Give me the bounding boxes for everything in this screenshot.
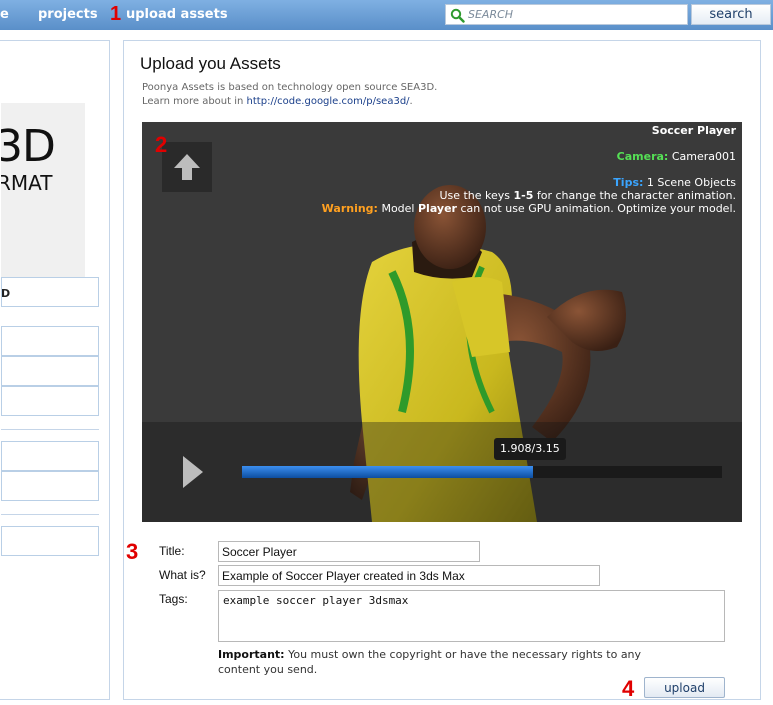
- search-box: [445, 4, 688, 25]
- model-name: Soccer Player: [651, 124, 736, 137]
- upload-model-button[interactable]: [162, 142, 212, 192]
- model-viewer[interactable]: Soccer Player Camera: Camera001 Tips: 1 …: [142, 122, 742, 522]
- left-sidebar: 3D RMAT D: [0, 40, 110, 700]
- sea3d-logo: 3D RMAT: [1, 103, 85, 300]
- animation-progress-bar[interactable]: [242, 466, 722, 478]
- logo-text-big: 3D: [1, 121, 56, 172]
- time-readout: 1.908/3.15: [494, 438, 566, 460]
- play-icon: [183, 456, 203, 488]
- camera-line: Camera: Camera001: [322, 150, 736, 163]
- playback-controls: 1.908/3.15: [142, 422, 742, 522]
- annotation-marker-2: 2: [155, 132, 168, 157]
- important-label: Important:: [218, 648, 285, 661]
- sidebar-divider: [1, 514, 99, 515]
- annotation-marker-4: 4: [622, 676, 635, 701]
- warning-label: Warning:: [321, 202, 378, 215]
- annotation-marker-1: 1: [110, 3, 122, 25]
- sidebar-item[interactable]: [1, 326, 99, 356]
- tips-value: 1 Scene Objects: [646, 176, 736, 189]
- search-input[interactable]: [468, 7, 683, 22]
- intro-text: Poonya Assets is based on technology ope…: [142, 81, 437, 109]
- warning-line: Warning: Model Player can not use GPU an…: [322, 202, 736, 215]
- intro-line-1: Poonya Assets is based on technology ope…: [142, 82, 438, 93]
- sidebar-divider: [1, 429, 99, 430]
- description-field[interactable]: [218, 565, 600, 586]
- tips-line: Tips: 1 Scene Objects: [322, 176, 736, 189]
- sidebar-item[interactable]: [1, 441, 99, 471]
- nav-link-upload-assets[interactable]: upload assets: [126, 7, 228, 22]
- sidebar-item[interactable]: [1, 356, 99, 386]
- camera-value: Camera001: [671, 150, 736, 163]
- title-label: Title:: [159, 544, 185, 558]
- intro-prefix: Learn more about in: [142, 96, 247, 107]
- sidebar-item[interactable]: [1, 471, 99, 501]
- logo-text-small: RMAT: [1, 171, 53, 195]
- nav-link-projects[interactable]: projects: [38, 7, 98, 22]
- keys-suffix: for change the character animation.: [533, 189, 736, 202]
- intro-suffix: .: [409, 96, 413, 107]
- page-title: Upload you Assets: [140, 54, 281, 73]
- search-button[interactable]: search: [691, 4, 771, 25]
- progress-fill: [242, 466, 533, 478]
- camera-label: Camera:: [616, 150, 669, 163]
- intro-line-2: Learn more about in http://code.google.c…: [142, 95, 437, 109]
- sidebar-item-active[interactable]: D: [1, 277, 99, 307]
- sidebar-item[interactable]: [1, 526, 99, 556]
- nav-link-partial[interactable]: e: [0, 7, 9, 22]
- sidebar-item-label: D: [1, 287, 11, 300]
- keys-value: 1-5: [513, 189, 534, 202]
- top-nav-bar: e projects 1 upload assets search: [0, 0, 773, 30]
- keys-prefix: Use the keys: [439, 189, 514, 202]
- whatis-label: What is?: [159, 568, 206, 582]
- viewer-info-overlay: Soccer Player Camera: Camera001 Tips: 1 …: [322, 124, 736, 215]
- title-field[interactable]: [218, 541, 480, 562]
- arrow-up-icon: [174, 154, 200, 180]
- warning-suffix: can not use GPU animation. Optimize your…: [456, 202, 736, 215]
- tags-field[interactable]: example soccer player 3dsmax: [218, 590, 725, 642]
- play-button[interactable]: [162, 442, 220, 502]
- sea3d-link[interactable]: http://code.google.com/p/sea3d/: [247, 96, 410, 107]
- tags-label: Tags:: [159, 592, 188, 606]
- copyright-notice: Important: You must own the copyright or…: [218, 647, 648, 677]
- search-icon: [450, 8, 465, 23]
- warning-prefix: Model: [381, 202, 418, 215]
- upload-button[interactable]: upload: [644, 677, 725, 698]
- sidebar-item[interactable]: [1, 386, 99, 416]
- annotation-marker-3: 3: [126, 539, 139, 564]
- tips-label: Tips:: [613, 176, 644, 189]
- keys-line: Use the keys 1-5 for change the characte…: [322, 189, 736, 202]
- warning-model: Player: [417, 202, 457, 215]
